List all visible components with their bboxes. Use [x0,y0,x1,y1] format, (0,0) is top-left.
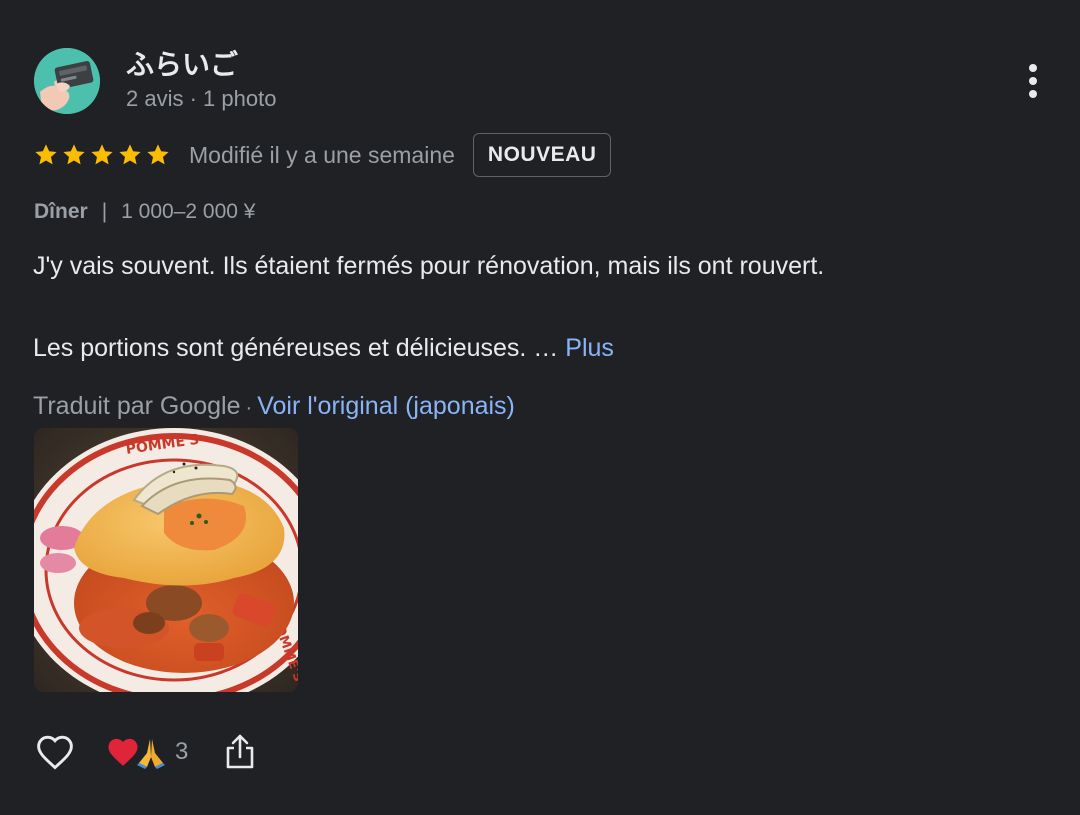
like-button[interactable] [33,730,77,774]
translated-by-label: Traduit par Google [33,392,241,420]
star-icon [63,144,85,165]
more-vert-icon-dot [1029,90,1037,98]
share-icon [227,734,254,769]
more-vert-icon [1029,64,1037,72]
star-icon [119,144,141,165]
reviewer-meta: 2 avis · 1 photo [126,86,277,111]
review-photo[interactable]: POMME'S POMME'S [34,428,298,692]
meal-info-row: Dîner | 1 000–2 000 ¥ [34,198,255,226]
more-vert-icon-dot [1029,77,1037,85]
see-original-link[interactable]: Voir l'original (japonais) [257,392,515,420]
edited-timestamp: Modifié il y a une semaine [189,141,455,168]
review-text: J'y vais souvent. Ils étaient fermés pou… [33,249,1043,365]
review-card: ふらいご 2 avis · 1 photo Modifié il y a une… [0,0,1080,815]
reaction-count: 3 [175,738,189,765]
omurice-photo-illustration: POMME'S POMME'S [34,428,298,692]
more-options-button[interactable] [1014,58,1052,104]
translation-separator: · [245,397,253,419]
more-link[interactable]: Plus [565,334,614,362]
meal-separator: | [101,200,108,223]
heart-outline-icon [37,735,73,770]
rating-row: Modifié il y a une semaine NOUVEAU [33,132,612,178]
reviewer-avatar[interactable] [34,48,100,114]
star-icon [35,144,57,165]
review-actions: 3 [33,727,262,777]
star-rating [33,142,171,168]
folded-hands-emoji [137,739,165,769]
review-paragraph-1: J'y vais souvent. Ils étaient fermés pou… [33,252,825,280]
review-paragraph-2: Les portions sont généreuses et délicieu… [33,331,1043,365]
new-badge: NOUVEAU [472,133,612,177]
share-button[interactable] [218,730,262,774]
reviewer-name[interactable]: ふらいご [126,48,238,82]
star-icon [147,144,169,165]
meal-type: Dîner [34,200,88,223]
review-paragraph-2-text: Les portions sont généreuses et délicieu… [33,334,559,362]
reactions-summary[interactable]: 3 [105,735,188,769]
avatar-illustration [34,48,100,114]
star-icon [91,144,113,165]
translation-row: Traduit par Google · Voir l'original (japo… [33,389,515,425]
price-range: 1 000–2 000 ¥ [121,200,256,223]
